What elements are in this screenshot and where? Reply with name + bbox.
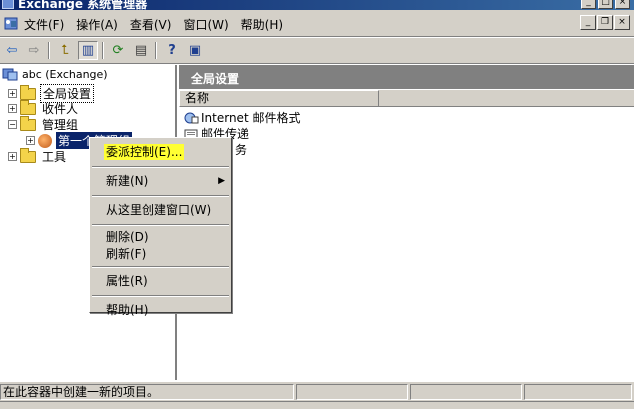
menu-item-label: 从这里创建窗口(W) bbox=[106, 203, 212, 217]
menu-bar: 文件(F) 操作(A) 查看(V) 窗口(W) 帮助(H) _ ❐ × bbox=[0, 10, 634, 37]
expand-icon[interactable]: + bbox=[26, 136, 35, 145]
exchange-org-icon bbox=[2, 68, 18, 81]
menu-item-delete[interactable]: 删除(D) bbox=[90, 229, 231, 246]
menu-item-label: 属性(R) bbox=[106, 274, 148, 288]
context-menu: 委派控制(E)... 新建(N) ▶ 从这里创建窗口(W) 删除(D) 刷新(F… bbox=[89, 137, 232, 317]
menu-item-label: 刷新(F) bbox=[106, 247, 147, 261]
minimize-button[interactable]: _ bbox=[581, 0, 596, 9]
child-minimize-button[interactable]: _ bbox=[580, 15, 596, 30]
menu-window[interactable]: 窗口(W) bbox=[180, 16, 237, 33]
show-tree-icon[interactable]: ▥ bbox=[78, 41, 98, 60]
list-item-label: Internet 邮件格式 bbox=[201, 111, 301, 125]
collapse-icon[interactable]: − bbox=[8, 120, 17, 129]
column-header-row: 名称 bbox=[179, 90, 634, 107]
expand-icon[interactable]: + bbox=[8, 152, 17, 161]
tree-root-label: abc (Exchange) bbox=[22, 67, 108, 81]
menu-item-help[interactable]: 帮助(H) bbox=[90, 300, 231, 321]
details-header: 全局设置 bbox=[179, 65, 634, 89]
status-bar: 在此容器中创建一新的项目。 bbox=[0, 381, 634, 401]
admin-group-icon bbox=[38, 133, 52, 148]
folder-icon bbox=[20, 147, 36, 163]
document-icon[interactable] bbox=[2, 15, 20, 32]
tree-item-label: 管理组 bbox=[42, 118, 79, 132]
status-text: 在此容器中创建一新的项目。 bbox=[0, 384, 294, 400]
menu-item-delegate-control[interactable]: 委派控制(E)... bbox=[90, 142, 231, 163]
menu-item-label: 删除(D) bbox=[106, 230, 149, 244]
menu-separator bbox=[92, 166, 229, 168]
column-header-name[interactable]: 名称 bbox=[179, 90, 379, 107]
forward-arrow-icon[interactable]: ⇨ bbox=[24, 41, 44, 60]
details-pane: 全局设置 名称 Internet 邮件格式 邮件传递 务 bbox=[179, 65, 634, 380]
folder-icon bbox=[20, 84, 36, 100]
close-button[interactable]: × bbox=[615, 0, 630, 9]
menu-separator bbox=[92, 266, 229, 268]
tree-root[interactable]: abc (Exchange) bbox=[2, 67, 108, 81]
window-controls: _ □ × bbox=[581, 0, 630, 9]
window-title: Exchange 系统管理器 bbox=[18, 0, 148, 10]
tree-item-label: 收件人 bbox=[42, 102, 79, 116]
menu-view[interactable]: 查看(V) bbox=[127, 16, 181, 33]
menu-separator bbox=[92, 195, 229, 197]
menu-help[interactable]: 帮助(H) bbox=[238, 16, 292, 33]
show-action-pane-icon[interactable]: ▣ bbox=[185, 41, 205, 60]
toolbar-separator bbox=[155, 42, 157, 59]
maximize-button[interactable]: □ bbox=[598, 0, 613, 9]
menu-file[interactable]: 文件(F) bbox=[21, 16, 73, 33]
menu-item-refresh[interactable]: 刷新(F) bbox=[90, 246, 231, 263]
menu-separator bbox=[92, 224, 229, 226]
list-item-label: 务 bbox=[235, 143, 248, 157]
back-arrow-icon[interactable]: ⇦ bbox=[2, 41, 22, 60]
up-folder-icon[interactable]: ⮤ bbox=[55, 41, 75, 60]
child-restore-button[interactable]: ❐ bbox=[597, 15, 613, 30]
tree-item-recipients[interactable]: + 收件人 bbox=[8, 99, 80, 117]
internet-format-icon bbox=[184, 112, 199, 123]
menu-separator bbox=[92, 295, 229, 297]
title-bar: Exchange 系统管理器 _ □ × bbox=[0, 0, 634, 10]
toolbar-separator bbox=[102, 42, 104, 59]
list-item[interactable]: Internet 邮件格式 bbox=[184, 109, 300, 126]
toolbar-separator bbox=[48, 42, 50, 59]
export-list-icon[interactable]: ▤ bbox=[131, 41, 151, 60]
expand-icon[interactable]: + bbox=[8, 104, 17, 113]
tree-item-tools[interactable]: + 工具 bbox=[8, 147, 68, 165]
tree-item-admin-groups[interactable]: − 管理组 bbox=[8, 115, 80, 133]
expand-icon[interactable]: + bbox=[8, 89, 17, 98]
list-item[interactable]: 务 bbox=[235, 141, 247, 158]
refresh-icon[interactable]: ⟳ bbox=[108, 41, 128, 60]
menu-item-new-window-from-here[interactable]: 从这里创建窗口(W) bbox=[90, 200, 231, 221]
status-panel bbox=[296, 384, 408, 400]
window-bottom-border bbox=[0, 401, 634, 409]
tree-item-label: 工具 bbox=[42, 150, 67, 164]
menu-item-new[interactable]: 新建(N) ▶ bbox=[90, 171, 231, 192]
app-icon bbox=[2, 0, 14, 9]
menu-item-label: 委派控制(E)... bbox=[104, 144, 185, 160]
child-close-button[interactable]: × bbox=[614, 15, 630, 30]
menu-action[interactable]: 操作(A) bbox=[73, 16, 127, 33]
menu-item-label: 新建(N) bbox=[106, 174, 149, 188]
folder-icon bbox=[20, 115, 36, 131]
status-panel bbox=[410, 384, 522, 400]
menu-item-label: 帮助(H) bbox=[106, 303, 149, 317]
status-panel bbox=[524, 384, 632, 400]
menu-item-properties[interactable]: 属性(R) bbox=[90, 271, 231, 292]
help-icon[interactable]: ? bbox=[162, 41, 182, 60]
submenu-arrow-icon: ▶ bbox=[218, 176, 225, 186]
folder-icon bbox=[20, 99, 36, 115]
toolbar: ⇦ ⇨ ⮤ ▥ ⟳ ▤ ? ▣ bbox=[0, 38, 634, 64]
